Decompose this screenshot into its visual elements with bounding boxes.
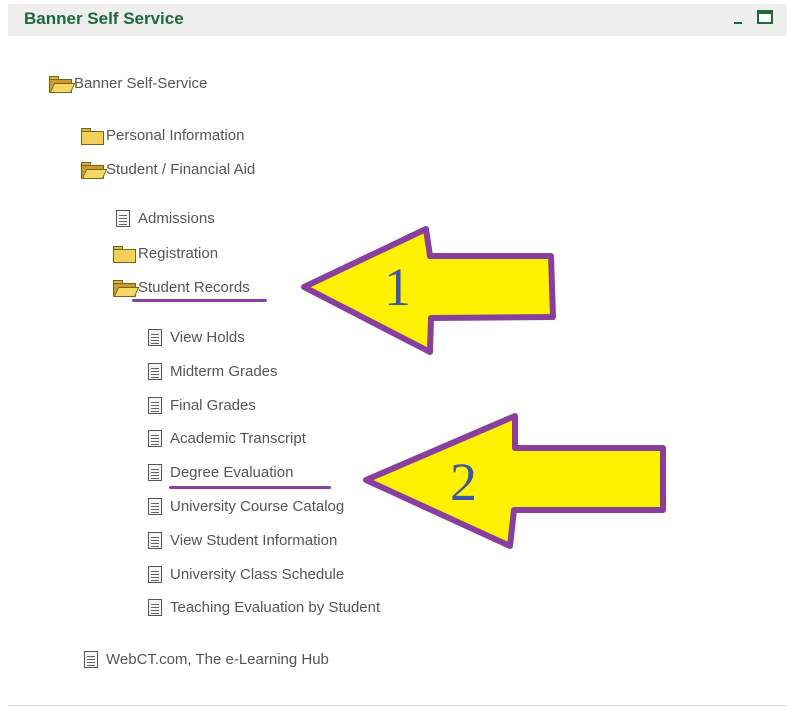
- arrow-1-shape: [301, 226, 556, 355]
- arrow-2-shape: [363, 413, 666, 549]
- footer-divider: [8, 705, 787, 706]
- arrow-1-number: 1: [384, 257, 411, 317]
- annotation-arrows: 1 2: [301, 226, 666, 549]
- arrow-2-number: 2: [450, 452, 477, 512]
